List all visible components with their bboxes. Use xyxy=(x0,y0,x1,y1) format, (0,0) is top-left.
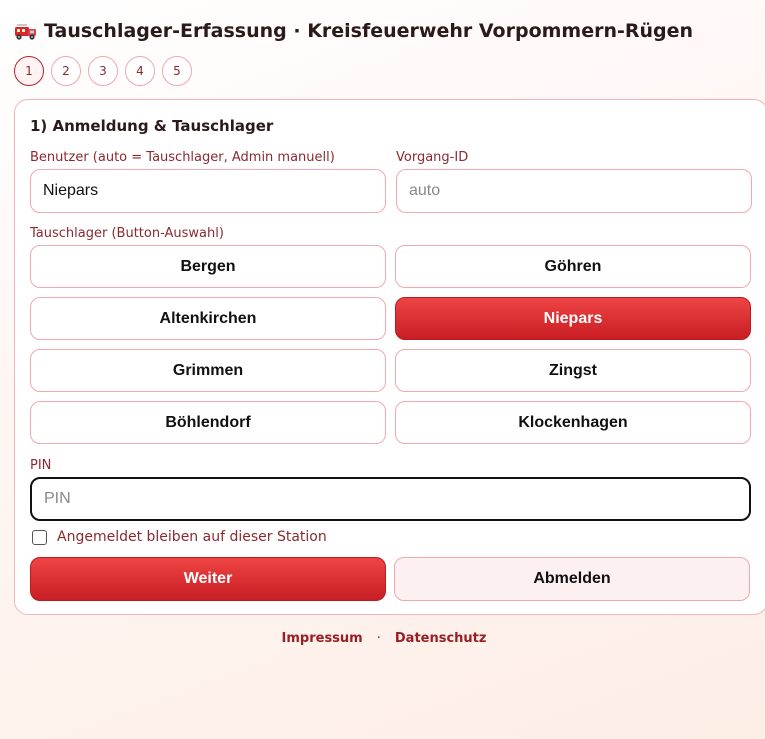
process-id-input[interactable] xyxy=(396,169,752,213)
fire-truck-icon xyxy=(14,21,38,41)
pin-input[interactable] xyxy=(30,477,751,521)
warehouse-option-grimmen[interactable]: Grimmen xyxy=(30,349,386,392)
warehouse-option-klockenhagen[interactable]: Klockenhagen xyxy=(395,401,751,444)
section-title: 1) Anmeldung & Tauschlager xyxy=(30,117,274,135)
warehouse-option-niepars[interactable]: Niepars xyxy=(395,297,751,340)
page-header: Tauschlager-Erfassung · Kreisfeuerwehr V… xyxy=(14,20,693,42)
step-2[interactable]: 2 xyxy=(51,56,81,86)
imprint-link[interactable]: Impressum xyxy=(282,631,363,646)
warehouse-option-boehlendorf[interactable]: Böhlendorf xyxy=(30,401,386,444)
warehouse-option-zingst[interactable]: Zingst xyxy=(395,349,751,392)
privacy-link[interactable]: Datenschutz xyxy=(395,631,487,646)
page-title: Tauschlager-Erfassung · Kreisfeuerwehr V… xyxy=(44,20,694,42)
step-1[interactable]: 1 xyxy=(14,56,44,86)
process-id-label: Vorgang-ID xyxy=(396,150,469,165)
step-4[interactable]: 4 xyxy=(125,56,155,86)
warehouse-option-altenkirchen[interactable]: Altenkirchen xyxy=(30,297,386,340)
step-5[interactable]: 5 xyxy=(162,56,192,86)
user-input[interactable] xyxy=(30,169,386,213)
remember-checkbox[interactable] xyxy=(32,529,47,545)
warehouse-option-bergen[interactable]: Bergen xyxy=(30,245,386,288)
next-button[interactable]: Weiter xyxy=(30,557,386,601)
remember-row: Angemeldet bleiben auf dieser Station xyxy=(32,529,327,545)
footer: Impressum · Datenschutz xyxy=(0,631,765,646)
pin-label: PIN xyxy=(30,458,52,473)
step-3[interactable]: 3 xyxy=(88,56,118,86)
remember-label: Angemeldet bleiben auf dieser Station xyxy=(57,529,327,545)
warehouse-option-goehren[interactable]: Göhren xyxy=(395,245,751,288)
warehouse-label: Tauschlager (Button-Auswahl) xyxy=(30,226,224,241)
footer-separator: · xyxy=(376,631,381,646)
login-card: 1) Anmeldung & Tauschlager Benutzer (aut… xyxy=(14,99,765,615)
step-indicator: 1 2 3 4 5 xyxy=(14,56,192,86)
logout-button[interactable]: Abmelden xyxy=(394,557,750,601)
user-label: Benutzer (auto = Tauschlager, Admin manu… xyxy=(30,150,335,165)
